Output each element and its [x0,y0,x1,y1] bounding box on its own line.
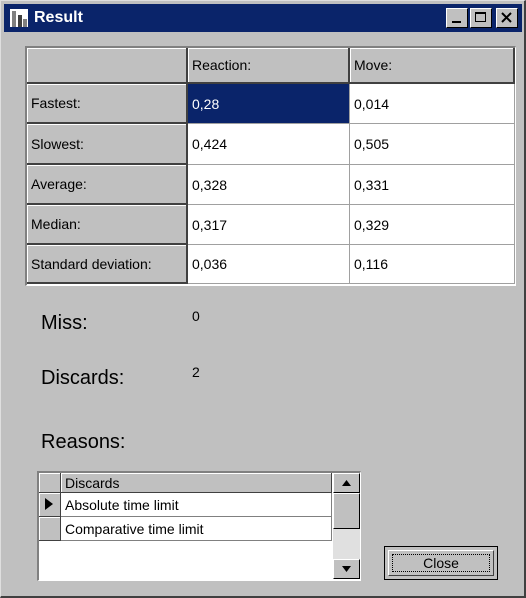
row-header-median: Median: [27,205,188,245]
grid-corner [27,48,188,84]
row-indicator-current[interactable] [39,493,61,517]
minimize-button[interactable] [446,8,468,28]
discards-label: Discards: [41,367,125,389]
scroll-up-arrow-icon [342,480,351,486]
list-item[interactable]: Absolute time limit [61,493,332,517]
row-header-fastest: Fastest: [27,84,188,124]
maximize-icon [475,12,486,22]
scroll-down-button[interactable] [333,559,360,579]
list-column-header-discards[interactable]: Discards [61,473,332,493]
close-icon [501,12,512,23]
miss-label: Miss: [41,312,88,334]
close-window-button[interactable] [496,8,518,28]
reasons-list[interactable]: Discards Absolute time limit Comparative… [37,471,361,581]
app-icon [10,9,28,27]
minimize-icon [452,21,461,23]
vertical-scrollbar[interactable] [333,473,360,579]
scroll-up-button[interactable] [333,473,360,493]
window-title: Result [34,9,83,26]
cell-median-move[interactable]: 0,329 [350,205,515,245]
cell-median-reaction[interactable]: 0,317 [188,205,350,245]
cell-fastest-move[interactable]: 0,014 [350,84,515,124]
row-indicator[interactable] [39,517,61,541]
cell-average-reaction[interactable]: 0,328 [188,165,350,205]
column-header-reaction[interactable]: Reaction: [188,48,350,84]
row-header-standard-deviation: Standard deviation: [27,245,188,284]
maximize-button[interactable] [470,8,492,28]
cell-average-move[interactable]: 0,331 [350,165,515,205]
cell-std-move[interactable]: 0,116 [350,245,515,284]
column-header-move[interactable]: Move: [350,48,515,84]
row-header-slowest: Slowest: [27,124,188,165]
row-header-average: Average: [27,165,188,205]
list-header-indicator [39,473,61,493]
cell-std-reaction[interactable]: 0,036 [188,245,350,284]
close-button[interactable]: Close [384,546,498,580]
title-bar[interactable]: Result [4,4,522,32]
current-row-arrow-icon [45,498,53,510]
result-window: Result Reaction: Move: Fastest: 0,28 0,0… [0,0,526,598]
scroll-down-arrow-icon [342,566,351,572]
list-item[interactable]: Comparative time limit [61,517,332,541]
cell-fastest-reaction[interactable]: 0,28 [188,84,350,124]
miss-value: 0 [192,308,200,324]
reasons-label: Reasons: [41,431,126,453]
discards-value: 2 [192,364,200,380]
cell-slowest-reaction[interactable]: 0,424 [188,124,350,165]
cell-slowest-move[interactable]: 0,505 [350,124,515,165]
close-button-label: Close [423,555,459,571]
scroll-thumb[interactable] [333,493,360,529]
results-grid[interactable]: Reaction: Move: Fastest: 0,28 0,014 Slow… [25,46,516,286]
